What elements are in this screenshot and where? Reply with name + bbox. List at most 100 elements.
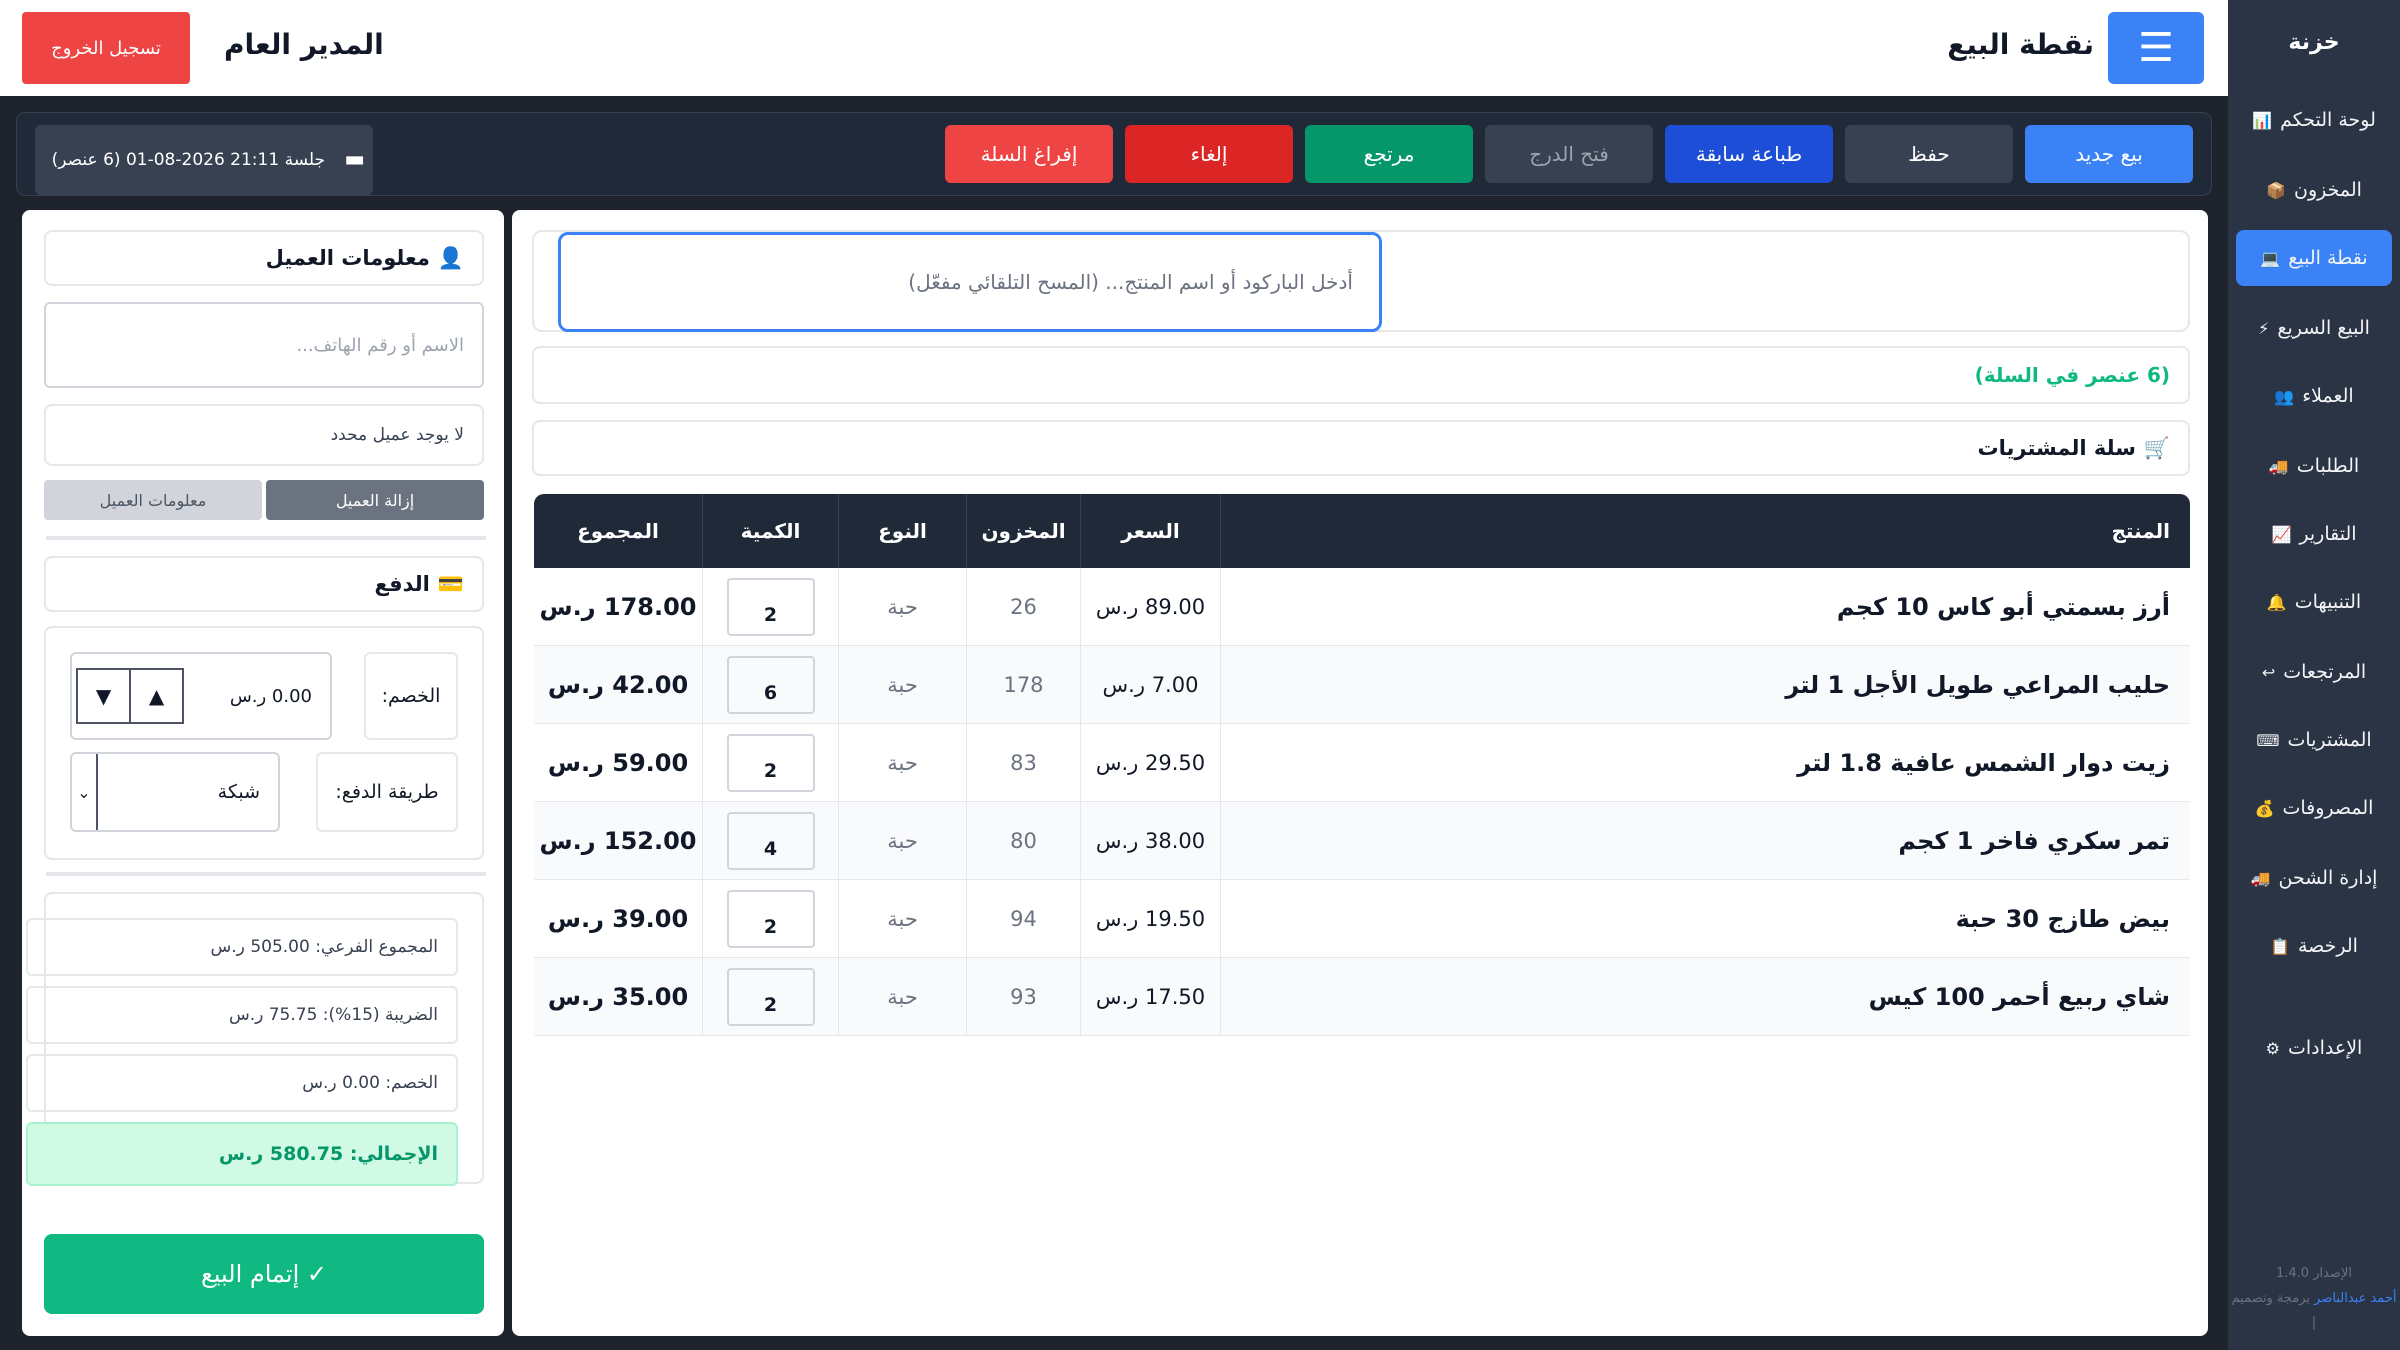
sidebar-item-11[interactable]: إدارة الشحن 🚚 — [2236, 850, 2392, 906]
stock-cell: 26 — [966, 568, 1080, 645]
customer-search-input[interactable]: الاسم أو رقم الهاتف... — [44, 302, 484, 388]
sidebar-item-3[interactable]: البيع السريع ⚡ — [2236, 300, 2392, 356]
minimize-icon[interactable]: ▬ — [344, 147, 365, 172]
sidebar-item-label: البيع السريع — [2277, 317, 2370, 339]
product-name-cell: أرز بسمتي أبو كاس 10 كجم — [1220, 568, 2190, 645]
new-sale-button[interactable]: بيع جديد — [2025, 125, 2193, 183]
sidebar-item-label: لوحة التحكم — [2280, 109, 2376, 131]
save-button[interactable]: حفظ — [1845, 125, 2013, 183]
action-bar: بيع جديد حفظ طباعة سابقة فتح الدرج مرتجع… — [16, 112, 2212, 196]
empty-cart-button[interactable]: إفراغ السلة — [945, 125, 1113, 183]
sidebar-item-label: إدارة الشحن — [2278, 867, 2378, 889]
table-header: المنتج السعر المخزون النوع الكمية المجمو… — [534, 494, 2190, 568]
print-previous-button[interactable]: طباعة سابقة — [1665, 125, 1833, 183]
sidebar-item-2[interactable]: نقطة البيع 💻 — [2236, 230, 2392, 286]
table-row[interactable]: بيض طازج 30 حبة 19.50 ر.س 94 حبة 2 39.00 ر.س — [534, 880, 2190, 958]
payment-method-select[interactable]: شبكة ⌄ — [70, 752, 280, 832]
quantity-input[interactable]: 4 — [726, 811, 815, 870]
chevron-down-icon[interactable]: ⌄ — [72, 754, 98, 830]
user-icon: 👤 — [437, 245, 464, 270]
return-button[interactable]: مرتجع — [1305, 125, 1473, 183]
credit-card-icon: 💳 — [437, 571, 464, 596]
unit-type-cell: حبة — [838, 880, 966, 957]
remove-customer-button[interactable]: إزالة العميل — [266, 480, 484, 520]
users-icon: 👥 — [2274, 386, 2295, 406]
stock-cell: 80 — [966, 802, 1080, 879]
quantity-input[interactable]: 6 — [726, 655, 815, 714]
row-total-cell: 35.00 ر.س — [547, 982, 689, 1011]
divider — [46, 536, 486, 540]
quantity-input[interactable]: 2 — [726, 889, 815, 948]
quantity-input[interactable]: 2 — [726, 733, 815, 792]
table-row[interactable]: زيت دوار الشمس عافية 1.8 لتر 29.50 ر.س 83 ح… — [534, 724, 2190, 802]
price-cell: 19.50 ر.س — [1080, 880, 1220, 957]
version-label: الإصدار 1.4.0 — [2276, 1265, 2352, 1281]
tax-line: الضريبة (15%): 75.75 ر.س — [26, 986, 458, 1044]
sidebar-item-1[interactable]: المخزون 📦 — [2236, 162, 2392, 218]
stock-cell: 94 — [966, 880, 1080, 957]
price-cell: 17.50 ر.س — [1080, 958, 1220, 1035]
quantity-cell: 2 — [702, 880, 838, 957]
table-row[interactable]: شاي ربيع أحمر 100 كيس 17.50 ر.س 93 حبة 2 35.0… — [534, 958, 2190, 1036]
sidebar-item-9[interactable]: المشتريات ⌨ — [2236, 712, 2392, 768]
unit-type-cell: حبة — [838, 958, 966, 1035]
customer-title: معلومات العميل — [265, 246, 430, 270]
sidebar-item-13[interactable]: الإعدادات ⚙ — [2236, 1020, 2392, 1076]
quantity-input[interactable]: 2 — [726, 967, 815, 1026]
unit-type-cell: حبة — [838, 724, 966, 801]
sidebar-item-12[interactable]: الرخصة 📋 — [2236, 918, 2392, 974]
cart-title-box: 🛒 سلة المشتريات — [532, 420, 2190, 476]
cancel-button[interactable]: إلغاء — [1125, 125, 1293, 183]
stepper-down-icon[interactable]: ▼ — [78, 670, 129, 722]
sidebar-item-label: التقارير — [2299, 523, 2357, 545]
table-row[interactable]: أرز بسمتي أبو كاس 10 كجم 89.00 ر.س 26 حبة 2 1… — [534, 568, 2190, 646]
clipboard-icon: 📋 — [2270, 936, 2290, 956]
discount-stepper[interactable]: ▲ ▼ — [76, 668, 184, 724]
totals-box: المجموع الفرعي: 505.00 ر.س الضريبة (15%)… — [26, 892, 484, 1186]
column-header-product: المنتج — [1220, 494, 2190, 568]
sidebar-item-label: المصروفات — [2282, 797, 2374, 819]
sidebar-item-label: المخزون — [2294, 179, 2362, 201]
sidebar-item-label: المشتريات — [2287, 729, 2372, 751]
open-drawer-button[interactable]: فتح الدرج — [1485, 125, 1653, 183]
money-bag-icon: 💰 — [2254, 798, 2275, 818]
table-row[interactable]: حليب المراعي طويل الأجل 1 لتر 7.00 ر.س 178… — [534, 646, 2190, 724]
payment-header: 💳 الدفع — [44, 556, 484, 612]
row-total-cell: 42.00 ر.س — [547, 670, 689, 699]
menu-button[interactable]: ☰ — [2108, 12, 2204, 84]
sidebar-item-0[interactable]: لوحة التحكم 📊 — [2236, 92, 2392, 148]
hamburger-icon: ☰ — [2138, 25, 2174, 71]
sidebar-item-label: الطلبات — [2296, 455, 2360, 477]
complete-sale-button[interactable]: ✓ إتمام البيع — [44, 1234, 484, 1314]
sidebar-footer: الإصدار 1.4.0 أحمد عبدالناصر برمجة وتصمي… — [2228, 1262, 2400, 1336]
unit-type-cell: حبة — [838, 646, 966, 723]
sidebar-item-6[interactable]: التقارير 📈 — [2236, 506, 2392, 562]
stock-cell: 93 — [966, 958, 1080, 1035]
barcode-search-input[interactable]: أدخل الباركود أو اسم المنتج... (المسح ال… — [558, 232, 1382, 332]
sidebar-item-10[interactable]: المصروفات 💰 — [2236, 780, 2392, 836]
sidebar-item-4[interactable]: العملاء 👥 — [2236, 368, 2392, 424]
row-total-cell: 178.00 ر.س — [539, 592, 697, 621]
author-link[interactable]: أحمد عبدالناصر — [2314, 1291, 2396, 1306]
row-total-cell: 152.00 ر.س — [539, 826, 697, 855]
table-row[interactable]: تمر سكري فاخر 1 كجم 38.00 ر.س 80 حبة 4 152.00… — [534, 802, 2190, 880]
quantity-input[interactable]: 2 — [726, 577, 815, 636]
sidebar-item-label: نقطة البيع — [2288, 247, 2368, 269]
stepper-up-icon[interactable]: ▲ — [129, 670, 182, 722]
divider — [46, 872, 486, 876]
credit-label: برمجة وتصميم | — [2231, 1290, 2317, 1331]
product-name-cell: حليب المراعي طويل الأجل 1 لتر — [1220, 646, 2190, 723]
session-info[interactable]: ▬ جلسة 21:11 2026-08-01 (6 عنصر) — [35, 125, 373, 195]
customer-info-button[interactable]: معلومات العميل — [44, 480, 262, 520]
discount-input[interactable]: 0.00 ر.س ▲ ▼ — [70, 652, 332, 740]
sidebar-item-7[interactable]: التنبيهات 🔔 — [2236, 574, 2392, 630]
sidebar-item-8[interactable]: المرتجعات ↩ — [2236, 644, 2392, 700]
logout-button[interactable]: تسجيل الخروج — [22, 12, 190, 84]
grand-total-line: الإجمالي: 580.75 ر.س — [26, 1122, 458, 1186]
shipping-truck-icon: 🚚 — [2250, 868, 2271, 888]
bell-icon: 🔔 — [2266, 592, 2287, 612]
cart-count-box: (6 عنصر في السلة) — [532, 346, 2190, 404]
session-label: جلسة 21:11 2026-08-01 (6 عنصر) — [51, 150, 325, 170]
return-icon: ↩ — [2261, 662, 2276, 682]
sidebar-item-5[interactable]: الطلبات 🚚 — [2236, 438, 2392, 494]
